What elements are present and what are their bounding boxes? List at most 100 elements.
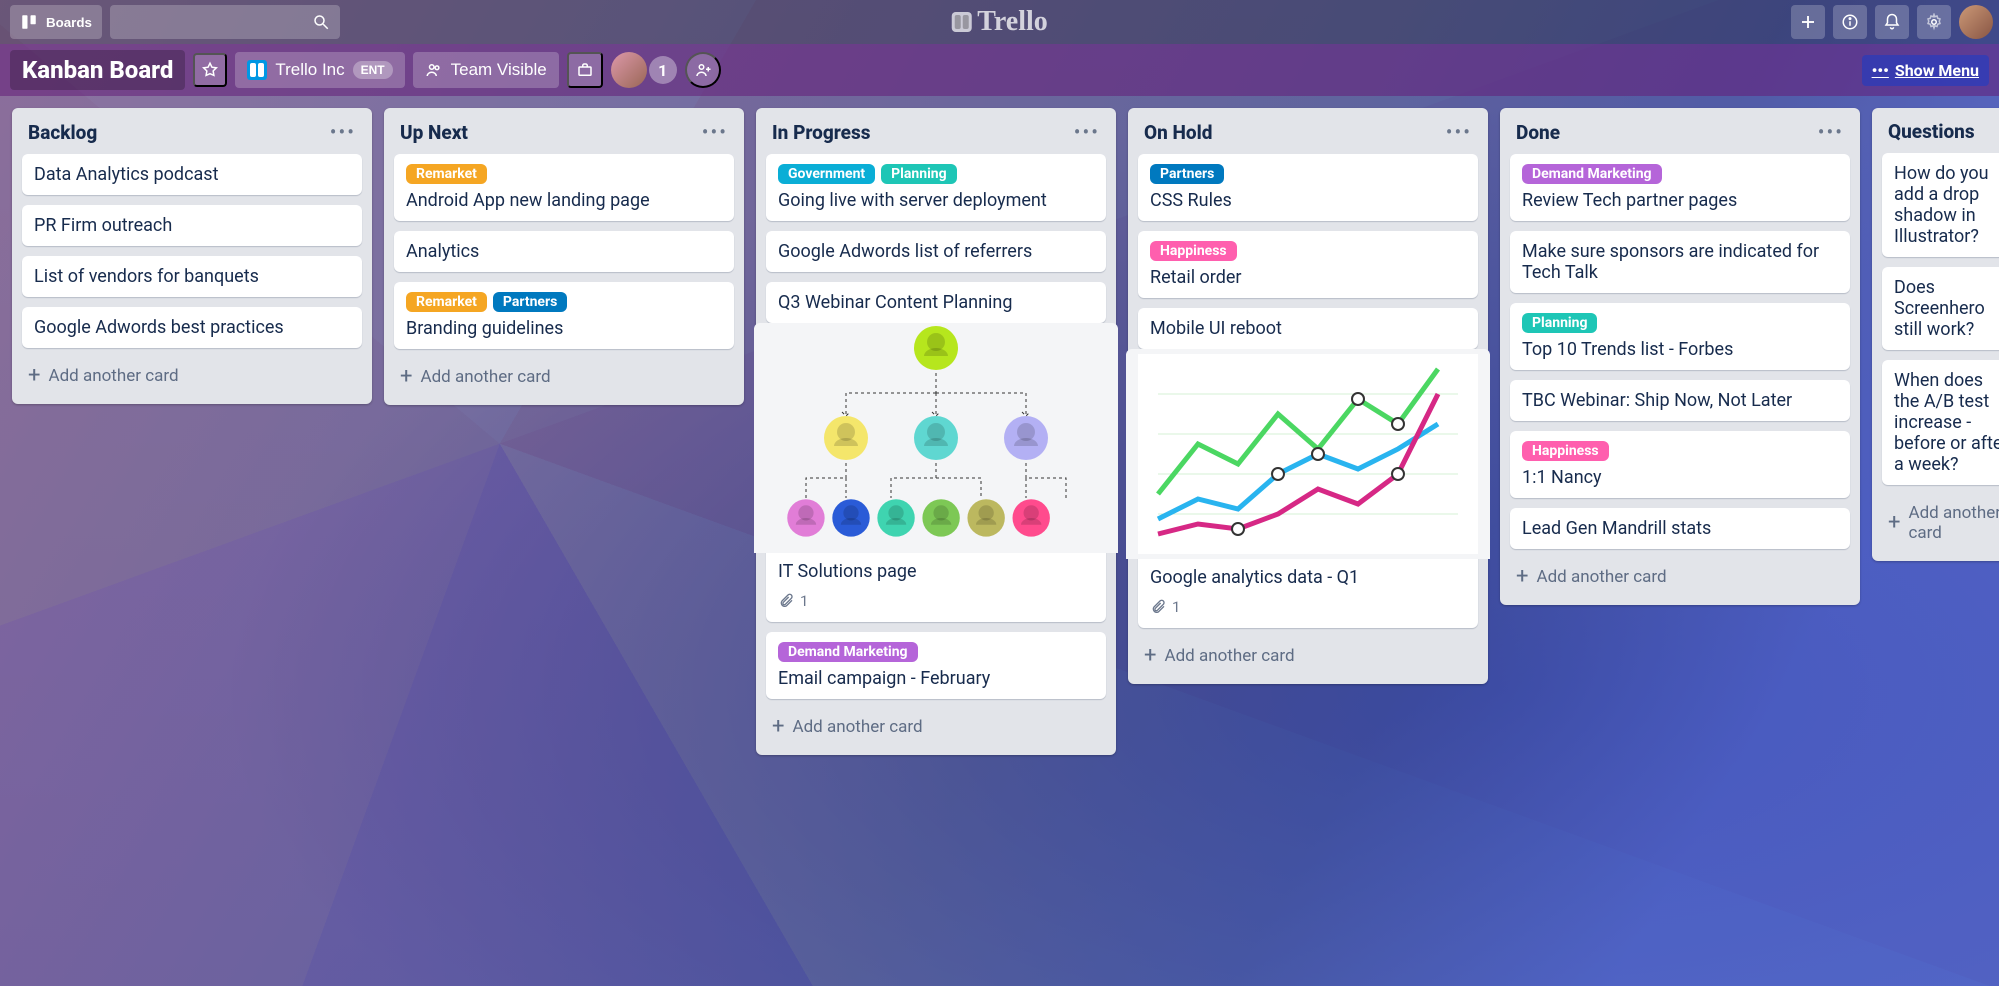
visibility-button[interactable]: Team Visible xyxy=(413,52,559,88)
create-button[interactable] xyxy=(1791,5,1825,39)
logo-text: Trello xyxy=(977,6,1048,38)
user-avatar[interactable] xyxy=(1959,5,1993,39)
star-button[interactable] xyxy=(193,53,227,87)
label-happiness: Happiness xyxy=(1522,441,1609,461)
card[interactable]: Data Analytics podcast xyxy=(22,154,362,195)
notifications-button[interactable] xyxy=(1875,5,1909,39)
board-header: Kanban Board Trello Inc ENT Team Visible… xyxy=(0,44,1999,96)
search-icon xyxy=(312,13,330,31)
card[interactable]: Remarket Android App new landing page xyxy=(394,154,734,221)
workspace-icon xyxy=(247,60,267,80)
card[interactable]: Partners CSS Rules xyxy=(1138,154,1478,221)
app-logo: Trello xyxy=(951,6,1048,38)
list-up-next: Up Next ••• Remarket Android App new lan… xyxy=(384,108,744,405)
show-menu-label: Show Menu xyxy=(1895,61,1979,80)
card[interactable]: Make sure sponsors are indicated for Tec… xyxy=(1510,231,1850,293)
card[interactable]: Lead Gen Mandrill stats xyxy=(1510,508,1850,549)
boards-label: Boards xyxy=(46,15,92,30)
label-demand-marketing: Demand Marketing xyxy=(778,642,918,662)
list-menu-button[interactable]: ••• xyxy=(1818,120,1844,144)
card[interactable]: Mobile UI reboot xyxy=(1138,308,1478,349)
attachment-badge: 1 xyxy=(778,592,808,610)
show-menu-button[interactable]: ••• Show Menu xyxy=(1862,55,1989,86)
card[interactable]: Analytics xyxy=(394,231,734,272)
card[interactable]: Remarket Partners Branding guidelines xyxy=(394,282,734,349)
add-card-button[interactable]: +Add another card xyxy=(766,709,1106,745)
plus-icon xyxy=(1799,13,1817,31)
member-count[interactable]: 1 xyxy=(649,56,677,84)
list-menu-button[interactable]: ••• xyxy=(1446,120,1472,144)
workspace-button[interactable]: Trello Inc ENT xyxy=(235,52,404,88)
people-icon xyxy=(425,61,443,79)
board-canvas: Backlog ••• Data Analytics podcast PR Fi… xyxy=(0,96,1999,767)
line-chart-image xyxy=(1138,354,1478,554)
card[interactable]: Demand Marketing Email campaign - Februa… xyxy=(766,632,1106,699)
card-cover-chart xyxy=(1126,349,1490,559)
card[interactable]: Google Adwords list of referrers xyxy=(766,231,1106,272)
list-in-progress: In Progress ••• Government Planning Goin… xyxy=(756,108,1116,755)
add-member-button[interactable] xyxy=(685,52,721,88)
label-partners: Partners xyxy=(1150,164,1224,184)
gear-icon xyxy=(1925,13,1943,31)
paperclip-icon xyxy=(778,593,794,609)
list-title[interactable]: Done xyxy=(1516,121,1560,144)
card[interactable]: PR Firm outreach xyxy=(22,205,362,246)
list-title[interactable]: On Hold xyxy=(1144,121,1212,144)
add-person-icon xyxy=(694,61,712,79)
boards-icon xyxy=(20,13,38,31)
global-header: Boards Trello xyxy=(0,0,1999,44)
visibility-label: Team Visible xyxy=(451,60,547,80)
list-title[interactable]: In Progress xyxy=(772,121,870,144)
card[interactable]: Google Adwords best practices xyxy=(22,307,362,348)
list-title[interactable]: Up Next xyxy=(400,121,468,144)
label-remarket: Remarket xyxy=(406,292,487,312)
member-avatar[interactable] xyxy=(611,52,647,88)
board-title[interactable]: Kanban Board xyxy=(10,50,185,90)
card[interactable]: When does the A/B test increase - before… xyxy=(1882,360,1999,485)
workspace-badge: ENT xyxy=(353,61,393,79)
logo-icon xyxy=(951,12,971,32)
list-menu-button[interactable]: ••• xyxy=(1074,120,1100,144)
add-card-button[interactable]: +Add another card xyxy=(1510,559,1850,595)
list-menu-button[interactable]: ••• xyxy=(330,120,356,144)
briefcase-icon xyxy=(576,61,594,79)
card[interactable]: Q3 Webinar Content Planning xyxy=(766,282,1106,323)
label-partners: Partners xyxy=(493,292,567,312)
card[interactable]: List of vendors for banquets xyxy=(22,256,362,297)
list-title[interactable]: Backlog xyxy=(28,121,97,144)
card[interactable]: Demand Marketing Review Tech partner pag… xyxy=(1510,154,1850,221)
card[interactable]: Happiness Retail order xyxy=(1138,231,1478,298)
card-cover-orgchart xyxy=(754,323,1118,553)
list-title[interactable]: Questions xyxy=(1888,120,1975,143)
briefcase-button[interactable] xyxy=(567,52,603,88)
settings-button[interactable] xyxy=(1917,5,1951,39)
info-button[interactable] xyxy=(1833,5,1867,39)
add-card-button[interactable]: +Add another card xyxy=(1882,495,1999,551)
label-government: Government xyxy=(778,164,875,184)
card[interactable]: Government Planning Going live with serv… xyxy=(766,154,1106,221)
search-input[interactable] xyxy=(110,5,340,39)
add-card-button[interactable]: +Add another card xyxy=(394,359,734,395)
label-planning: Planning xyxy=(881,164,956,184)
bell-icon xyxy=(1883,13,1901,31)
info-icon xyxy=(1841,13,1859,31)
label-remarket: Remarket xyxy=(406,164,487,184)
card[interactable]: How do you add a drop shadow in Illustra… xyxy=(1882,153,1999,257)
card[interactable]: Planning Top 10 Trends list - Forbes xyxy=(1510,303,1850,370)
orgchart-image xyxy=(766,323,1106,553)
card[interactable]: TBC Webinar: Ship Now, Not Later xyxy=(1510,380,1850,421)
attachment-badge: 1 xyxy=(1150,598,1180,616)
label-demand-marketing: Demand Marketing xyxy=(1522,164,1662,184)
list-on-hold: On Hold ••• Partners CSS Rules Happiness… xyxy=(1128,108,1488,684)
star-icon xyxy=(201,61,219,79)
add-card-button[interactable]: +Add another card xyxy=(1138,638,1478,674)
list-menu-button[interactable]: ••• xyxy=(702,120,728,144)
card[interactable]: Happiness 1:1 Nancy xyxy=(1510,431,1850,498)
add-card-button[interactable]: +Add another card xyxy=(22,358,362,394)
card[interactable]: IT Solutions page 1 xyxy=(766,333,1106,622)
boards-button[interactable]: Boards xyxy=(10,5,102,39)
paperclip-icon xyxy=(1150,599,1166,615)
card[interactable]: Does Screenhero still work? xyxy=(1882,267,1999,350)
card[interactable]: Google analytics data - Q1 1 xyxy=(1138,359,1478,628)
label-happiness: Happiness xyxy=(1150,241,1237,261)
